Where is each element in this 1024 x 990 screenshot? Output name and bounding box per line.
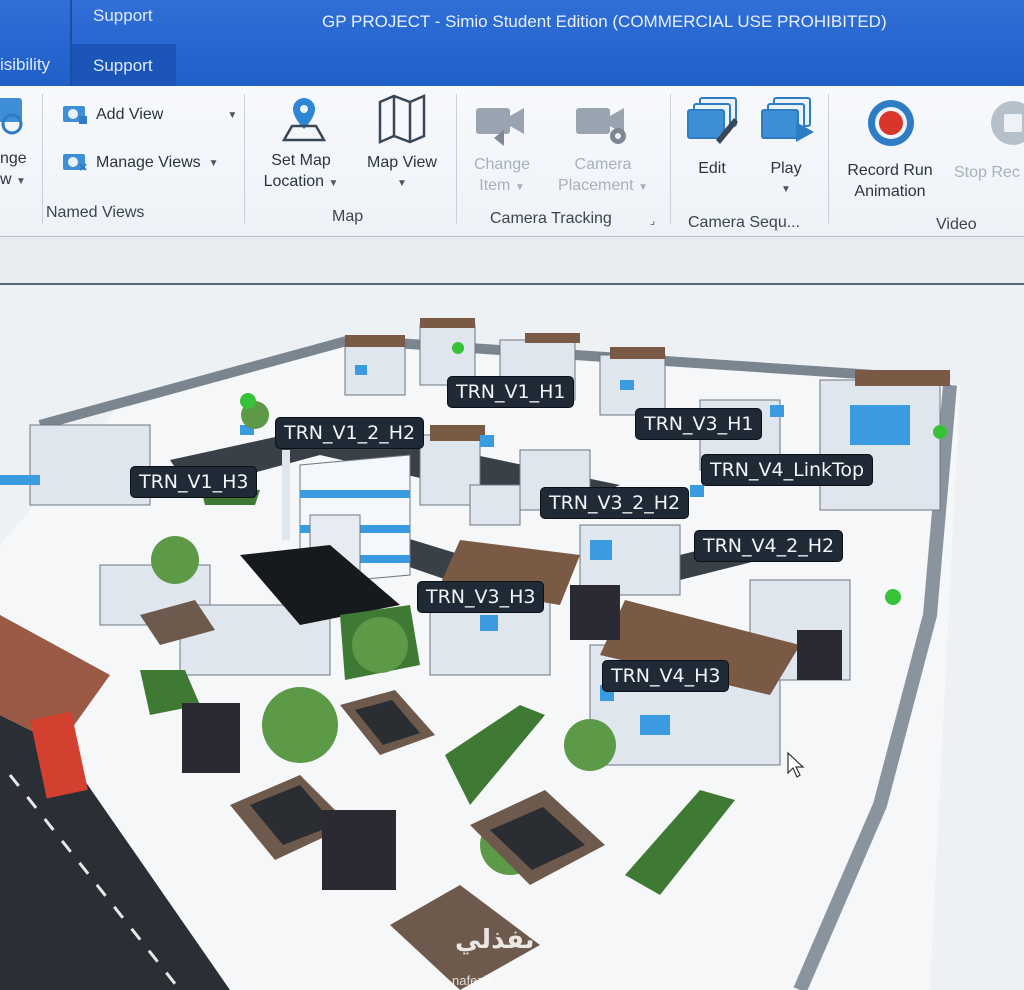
change-item-button[interactable]: Change Item ▼ [462, 154, 542, 198]
add-view-caret: ▼ [227, 109, 238, 121]
manage-views-caret: ▼ [208, 157, 219, 169]
record-label-2: Animation [854, 183, 926, 200]
group-separator [244, 94, 245, 224]
edit-sequence-icon [686, 96, 742, 151]
object-label[interactable]: TRN_V4_H3 [603, 661, 729, 691]
tab-support-top[interactable]: Support [93, 6, 153, 26]
add-view-label: Add View [96, 106, 164, 123]
map-view-caret: ▼ [397, 178, 407, 189]
play-sequence-icon [760, 96, 816, 151]
3d-viewport[interactable]: TRN_V1_H1 TRN_V1_2_H2 TRN_V3_H1 TRN_V1_H… [0, 285, 1024, 990]
manage-views-icon [63, 154, 87, 171]
watermark-logo: نفذلي [455, 925, 535, 955]
manage-views-label: Manage Views [96, 154, 201, 171]
group-separator [828, 94, 829, 224]
play-sequence-label: Play [770, 160, 802, 177]
change-item-label-2: Item ▼ [479, 177, 525, 194]
camera-placement-button[interactable]: Camera Placement ▼ [548, 154, 658, 198]
play-sequence-button[interactable]: Play ▼ [760, 158, 812, 200]
named-views-group-label: Named Views [46, 204, 145, 221]
record-run-animation-button[interactable]: Record Run Animation [840, 160, 940, 202]
manage-views-button[interactable]: Manage Views ▼ [62, 152, 219, 174]
dialog-launcher-icon[interactable]: ⌟ [650, 214, 655, 227]
tab-support[interactable]: Support [93, 56, 153, 76]
group-separator [42, 94, 43, 224]
edit-sequence-label: Edit [698, 160, 726, 177]
map-group-label: Map [332, 208, 364, 225]
camera-tracking-group-label: Camera Tracking [490, 210, 612, 227]
record-label-1: Record Run [847, 162, 933, 179]
window-title: GP PROJECT - Simio Student Edition (COMM… [322, 12, 887, 31]
map-view-label: Map View [367, 154, 437, 171]
change-view-label-2: w ▼ [0, 171, 26, 188]
object-label[interactable]: TRN_V3_H1 [636, 409, 762, 439]
edit-sequence-button[interactable]: Edit [686, 158, 738, 179]
tab-visibility[interactable]: isibility [0, 55, 50, 75]
camera-placement-label-2: Placement ▼ [558, 177, 648, 194]
map-view-icon [376, 94, 428, 149]
stop-record-icon [990, 100, 1024, 151]
change-view-button[interactable]: nge w ▼ [0, 148, 27, 192]
object-label[interactable]: TRN_V1_2_H2 [276, 418, 424, 448]
group-separator [456, 94, 457, 224]
video-group-label: Video [936, 216, 977, 233]
object-label[interactable]: TRN_V4_2_H2 [695, 531, 843, 561]
object-label[interactable]: TRN_V3_H3 [418, 582, 544, 612]
object-label[interactable]: TRN_V1_H3 [131, 467, 257, 497]
add-view-icon [63, 106, 87, 124]
change-item-icon [474, 98, 526, 151]
set-map-location-label-2: Location ▼ [263, 173, 339, 190]
change-view-label-1: nge [0, 150, 27, 167]
set-map-location-label-1: Set Map [271, 152, 331, 169]
object-label[interactable]: TRN_V3_2_H2 [541, 488, 689, 518]
play-sequence-caret: ▼ [781, 184, 791, 195]
map-view-button[interactable]: Map View ▼ [360, 152, 444, 194]
camera-placement-label-1: Camera [574, 156, 632, 173]
watermark-url: nafezly.com [452, 973, 521, 988]
title-bar: isibility Support Support GP PROJECT - S… [0, 0, 1024, 86]
record-icon [866, 98, 916, 153]
set-map-location-button[interactable]: Set Map Location ▼ [256, 150, 346, 194]
object-label[interactable]: TRN_V1_H1 [448, 377, 574, 407]
camera-sequence-group-label: Camera Sequ... [688, 214, 801, 231]
stop-record-button[interactable]: Stop Rec [954, 162, 1024, 183]
change-item-label-1: Change [473, 156, 531, 173]
mouse-cursor-icon [786, 751, 806, 784]
camera-placement-icon [574, 98, 630, 151]
change-view-icon [0, 94, 30, 143]
object-label[interactable]: TRN_V4_LinkTop [702, 455, 873, 485]
add-view-button[interactable]: Add View ▼ [62, 104, 237, 126]
ribbon-bottom-strip [0, 237, 1024, 283]
group-separator [670, 94, 671, 224]
tab-separator [70, 0, 72, 86]
set-map-location-icon [278, 94, 330, 149]
stop-record-label: Stop Rec [954, 164, 1020, 181]
ribbon: nge w ▼ Add View ▼ Manage Views ▼ Named … [0, 86, 1024, 237]
